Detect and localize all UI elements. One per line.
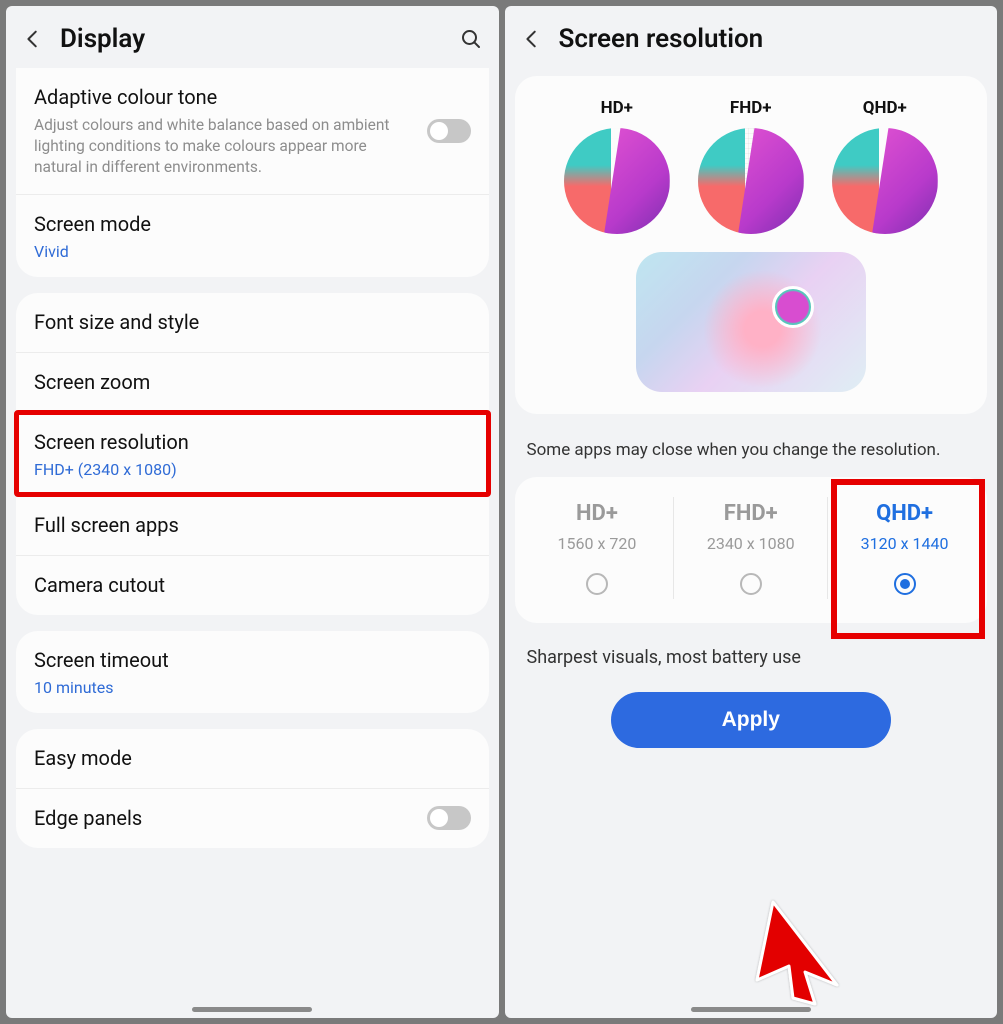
card-timeout: Screen timeout 10 minutes	[16, 631, 489, 713]
sample-circle-icon	[698, 128, 804, 234]
resolution-preview-card: HD+ FHD+ QHD+	[515, 76, 988, 414]
row-camera-cutout[interactable]: Camera cutout	[16, 555, 489, 615]
row-value: Vivid	[34, 242, 471, 261]
row-screen-zoom[interactable]: Screen zoom	[16, 352, 489, 412]
apply-button[interactable]: Apply	[611, 692, 891, 748]
row-full-screen-apps[interactable]: Full screen apps	[16, 495, 489, 555]
page-title: Screen resolution	[559, 24, 982, 54]
sample-circle-icon	[564, 128, 670, 234]
gesture-bar[interactable]	[192, 1007, 312, 1012]
row-value: 10 minutes	[34, 678, 471, 697]
header: Screen resolution	[505, 6, 998, 68]
header: Display	[6, 6, 499, 68]
screen-resolution-screen: Screen resolution HD+ FHD+ QHD+	[505, 6, 998, 1018]
row-screen-mode[interactable]: Screen mode Vivid	[16, 194, 489, 277]
annotation-highlight	[831, 479, 985, 639]
row-title: Screen mode	[34, 211, 471, 238]
page-title: Display	[60, 24, 443, 54]
resolution-warning: Some apps may close when you change the …	[505, 424, 998, 473]
back-icon[interactable]	[521, 28, 543, 50]
card-appearance: Adaptive colour tone Adjust colours and …	[16, 68, 489, 277]
display-settings-screen: Display Adaptive colour tone Adjust colo…	[6, 6, 499, 1018]
row-easy-mode[interactable]: Easy mode	[16, 729, 489, 788]
radio-icon[interactable]	[740, 573, 762, 595]
device-preview-image	[636, 252, 866, 392]
toggle-edge-panels[interactable]	[427, 806, 471, 830]
row-edge-panels[interactable]: Edge panels	[16, 788, 489, 848]
resolution-options: HD+ 1560 x 720 FHD+ 2340 x 1080 QHD+ 312…	[515, 477, 988, 623]
preview-qhd: QHD+	[832, 98, 938, 234]
row-font-size[interactable]: Font size and style	[16, 293, 489, 352]
card-layout: Font size and style Screen zoom Screen r…	[16, 293, 489, 615]
row-adaptive-colour-tone[interactable]: Adaptive colour tone Adjust colours and …	[16, 68, 489, 194]
row-title: Adaptive colour tone	[34, 84, 415, 111]
search-icon[interactable]	[459, 27, 483, 51]
row-screen-timeout[interactable]: Screen timeout 10 minutes	[16, 631, 489, 713]
card-extras: Easy mode Edge panels	[16, 729, 489, 848]
radio-icon[interactable]	[586, 573, 608, 595]
row-title: Screen resolution	[34, 429, 471, 456]
cursor-arrow-icon	[727, 890, 847, 1010]
option-hd[interactable]: HD+ 1560 x 720	[521, 497, 674, 599]
option-fhd[interactable]: FHD+ 2340 x 1080	[673, 497, 827, 599]
preview-hd: HD+	[564, 98, 670, 234]
back-icon[interactable]	[22, 28, 44, 50]
row-screen-resolution[interactable]: Screen resolution FHD+ (2340 x 1080)	[16, 412, 489, 495]
row-title: Screen timeout	[34, 647, 471, 674]
gesture-bar[interactable]	[691, 1007, 811, 1012]
row-description: Adjust colours and white balance based o…	[34, 115, 415, 178]
row-value: FHD+ (2340 x 1080)	[34, 460, 471, 479]
sample-circle-icon	[832, 128, 938, 234]
preview-row: HD+ FHD+ QHD+	[525, 98, 978, 234]
preview-fhd: FHD+	[698, 98, 804, 234]
toggle-adaptive-colour[interactable]	[427, 119, 471, 143]
